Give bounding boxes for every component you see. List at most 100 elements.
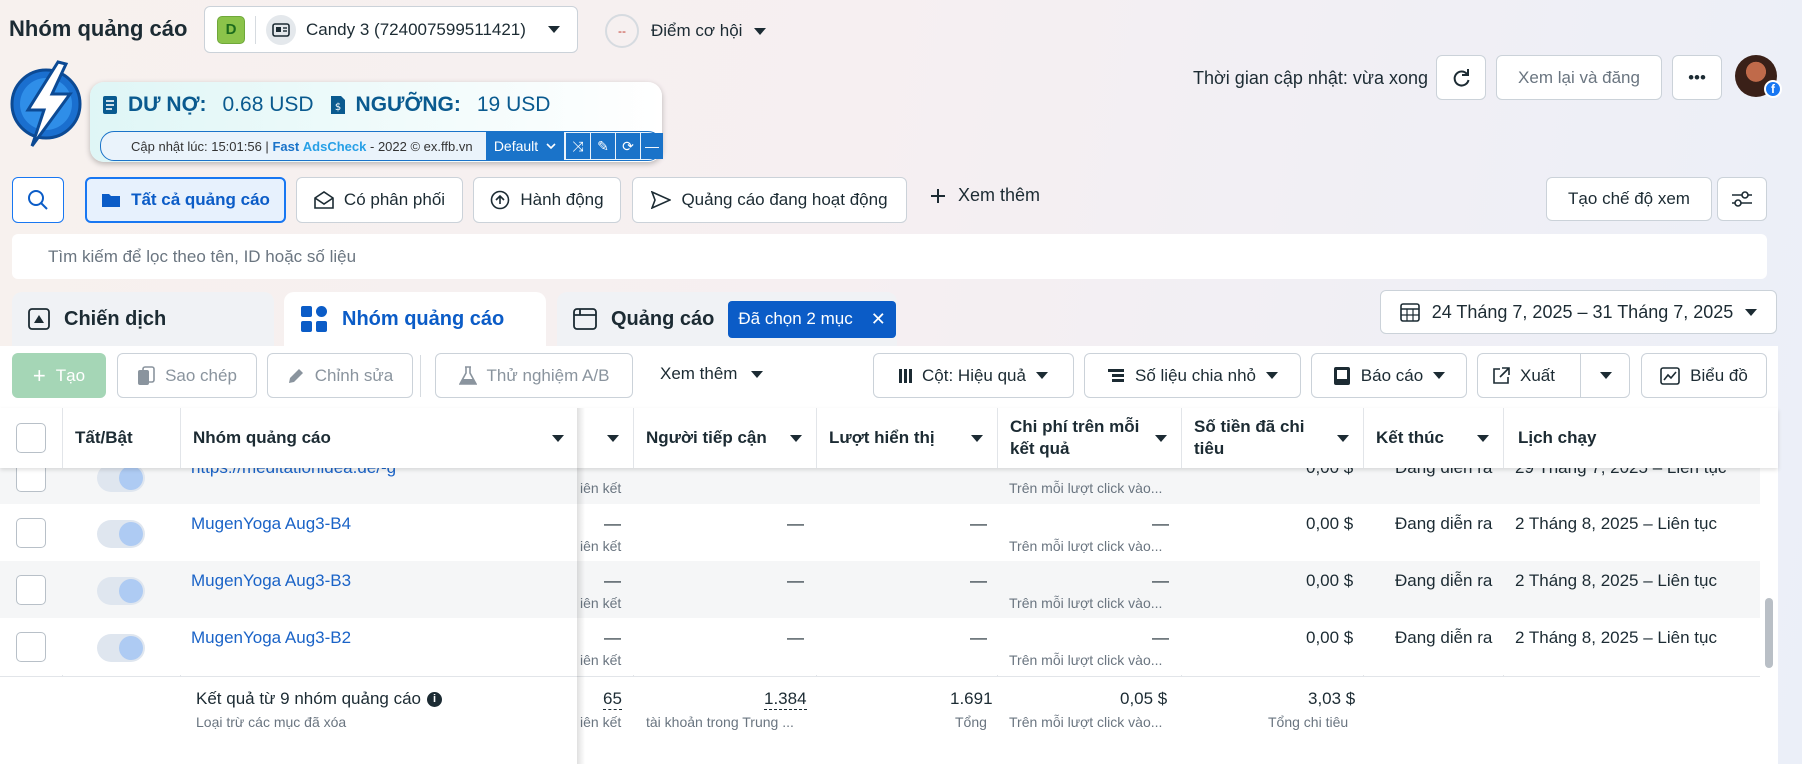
filter-active-ads-label: Quảng cáo đang hoạt động [681,190,888,209]
search-icon [28,190,48,210]
chevron-down-icon [1745,308,1758,316]
column-header-results[interactable] [585,408,633,468]
table-row[interactable]: MugenYoga Aug3-B2 — iên kết — — — Trên m… [0,618,1760,675]
customize-button[interactable] [1717,177,1767,221]
account-selector[interactable]: D Candy 3 (724007599511421) [204,6,578,53]
row-toggle[interactable] [97,520,145,548]
tab-adsets[interactable]: Nhóm quảng cáo [284,292,546,346]
impressions-value: — [970,514,987,533]
divider [62,408,63,468]
last-updated-text: Thời gian cập nhật: vừa xong [1193,68,1428,88]
edit-button[interactable]: Chỉnh sửa [267,353,413,398]
columns-label: Cột: Hiệu quả [922,365,1026,385]
divider [255,15,256,44]
selected-items-chip[interactable]: Đã chọn 2 mục ✕ [728,300,896,338]
account-badge: D [217,15,245,44]
review-and-publish-button[interactable]: Xem lại và đăng [1496,55,1662,100]
chevron-down-icon [1337,435,1349,442]
search-button[interactable] [12,177,64,223]
summary-reach-subtext: tài khoản trong Trung ... [646,714,794,730]
column-header-cost-per-result[interactable]: Chi phí trên mỗi kết quả [1010,408,1181,468]
result-subtext: iên kết [580,538,622,554]
copy-label: Sao chép [165,365,237,385]
column-header-ends-label: Kết thúc [1376,428,1444,447]
minimize-icon[interactable]: — [641,133,663,159]
opportunity-score-ring: -- [605,14,639,48]
table-row[interactable]: MugenYoga Aug3-B4 — iên kết — — — Trên m… [0,504,1760,561]
shuffle-icon[interactable]: ⤨ [566,133,590,159]
reach-value: — [787,571,804,590]
table-row[interactable]: MugenYoga Aug3-B3 — iên kết — — — Trên m… [0,561,1760,618]
column-header-toggle[interactable]: Tất/Bật [75,408,133,468]
summary-cpr-subtext: Trên mỗi lượt click vào... [1009,714,1163,730]
adset-name-link[interactable]: MugenYoga Aug3-B2 [191,628,351,648]
filter-all-ads[interactable]: Tất cả quảng cáo [85,177,286,223]
tab-ads[interactable]: Quảng cáo Đã chọn 2 mục ✕ [557,292,897,346]
see-more-filters[interactable]: Xem thêm [930,185,1040,206]
chevron-down-icon [751,370,764,378]
row-toggle[interactable] [97,577,145,605]
column-header-amount-spent[interactable]: Số tiền đã chi tiêu [1194,408,1363,468]
ad-icon [573,308,597,330]
account-name: Candy 3 (724007599511421) [306,19,526,39]
adset-name-link[interactable]: MugenYoga Aug3-B3 [191,571,351,591]
row-checkbox[interactable] [16,518,46,548]
adset-name-link[interactable]: MugenYoga Aug3-B4 [191,514,351,534]
divider [816,408,817,468]
summary-cpr: 0,05 $ [1120,689,1168,708]
reach-value: — [787,628,804,647]
summary-reach[interactable]: 1.384 [764,689,807,710]
column-header-name[interactable]: Nhóm quảng cáo [193,408,578,468]
column-header-reach[interactable]: Người tiếp cận [646,408,816,468]
cpr-value: — [1152,571,1169,590]
reports-button[interactable]: Báo cáo [1311,353,1467,398]
opportunity-score[interactable]: -- Điểm cơ hội [605,14,767,48]
opportunity-label: Điểm cơ hội [651,21,743,40]
breakdown-button[interactable]: Số liệu chia nhỏ [1084,353,1301,398]
svg-text:$: $ [334,102,340,113]
create-button[interactable]: + Tạo [12,353,106,398]
column-header-impressions[interactable]: Lượt hiển thị [829,408,997,468]
row-toggle[interactable] [97,468,145,492]
row-checkbox[interactable] [16,632,46,662]
ab-test-button[interactable]: Thử nghiệm A/B [435,353,633,398]
create-view-button[interactable]: Tạo chế độ xem [1546,177,1712,221]
vertical-scrollbar[interactable] [1765,598,1773,668]
divider [633,408,634,468]
summary-result[interactable]: 65 [603,689,622,710]
threshold-label: NGƯỠNG: [355,93,461,116]
row-checkbox[interactable] [16,575,46,605]
filter-actions[interactable]: Hành động [473,177,621,223]
column-header-ends[interactable]: Kết thúc [1376,408,1503,468]
cpr-value: — [1152,628,1169,647]
search-input[interactable]: Tìm kiếm để lọc theo tên, ID hoặc số liệ… [12,234,1767,279]
copy-button[interactable]: Sao chép [117,353,257,398]
profile-select[interactable]: Default [486,132,564,160]
info-icon[interactable]: i [426,691,442,707]
refresh-button[interactable] [1436,55,1486,100]
edit-icon[interactable]: ✎ [591,133,615,159]
filter-actions-label: Hành động [520,190,604,209]
filter-active-ads[interactable]: Quảng cáo đang hoạt động [632,177,907,223]
columns-button[interactable]: Cột: Hiệu quả [873,353,1074,398]
charts-button[interactable]: Biểu đồ [1641,353,1767,398]
folder-icon [102,194,121,207]
sliders-icon [1732,191,1752,207]
sync-icon[interactable]: ⟳ [616,133,640,159]
summary-impressions-subtext: Tổng [955,714,987,730]
tab-campaigns[interactable]: Chiến dịch [12,292,274,346]
export-options-button[interactable] [1582,354,1629,397]
select-all-checkbox[interactable] [16,408,46,468]
campaign-icon [28,308,50,330]
frozen-column-shadow [577,408,585,764]
ab-test-label: Thử nghiệm A/B [486,365,610,385]
filter-has-delivery[interactable]: Có phân phối [296,177,463,223]
row-toggle[interactable] [97,634,145,662]
date-range-picker[interactable]: 24 Tháng 7, 2025 – 31 Tháng 7, 2025 [1380,290,1777,334]
impressions-value: — [970,628,987,647]
more-options-button[interactable]: ••• [1672,55,1722,100]
toolbar-see-more[interactable]: Xem thêm [660,364,764,384]
report-icon [1333,366,1350,385]
close-icon[interactable]: ✕ [871,309,886,330]
column-header-schedule[interactable]: Lịch chạy [1518,408,1596,468]
